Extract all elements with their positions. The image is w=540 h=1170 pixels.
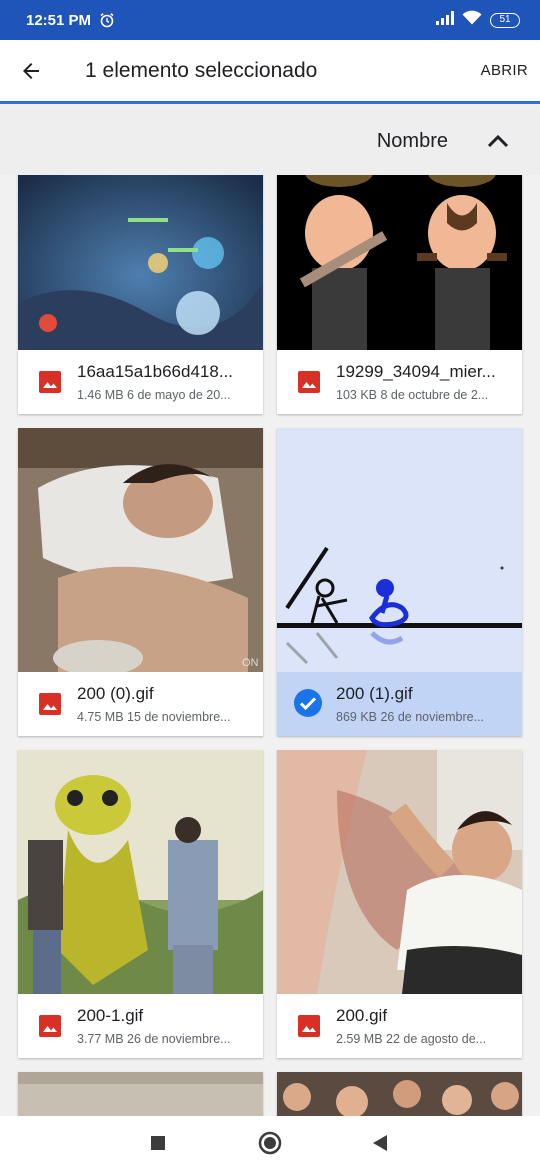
file-info: 19299_34094_mier... 103 KB 8 de octubre … [277, 350, 522, 414]
status-bar: 12:51 PM 51 [0, 0, 540, 40]
file-info: 200-1.gif 3.77 MB 26 de noviembre... [18, 994, 263, 1058]
file-thumbnail [18, 1072, 263, 1116]
sort-direction-toggle[interactable] [484, 127, 512, 155]
chevron-up-icon [487, 134, 509, 148]
file-card[interactable]: 200.gif 2.59 MB 22 de agosto de... [277, 750, 522, 1058]
file-name: 19299_34094_mier... [336, 362, 496, 381]
file-card[interactable]: ON 200 (0).gif 4.75 MB 15 de noviembre..… [18, 428, 263, 736]
svg-text:ON: ON [242, 657, 259, 669]
page-title: 1 elemento seleccionado [85, 58, 318, 82]
image-file-icon [39, 371, 61, 393]
image-file-icon [298, 371, 320, 393]
file-meta: 869 KB 26 de noviembre... [336, 710, 485, 724]
file-card[interactable]: 200-1.gif 3.77 MB 26 de noviembre... [18, 750, 263, 1058]
file-card[interactable] [18, 1072, 263, 1116]
open-button[interactable]: ABRIR [481, 62, 528, 79]
file-card[interactable] [277, 1072, 522, 1116]
file-card-selected[interactable]: 200 (1).gif 869 KB 26 de noviembre... [277, 428, 522, 736]
check-circle-icon [294, 689, 322, 717]
file-meta: 4.75 MB 15 de noviembre... [77, 710, 231, 724]
image-file-icon [39, 1015, 61, 1037]
image-file-icon [298, 1015, 320, 1037]
file-card[interactable]: 19299_34094_mier... 103 KB 8 de octubre … [277, 175, 522, 414]
file-thumbnail [18, 750, 263, 994]
file-thumbnail [277, 428, 522, 672]
circle-icon [258, 1131, 282, 1155]
file-info: 200 (1).gif 869 KB 26 de noviembre... [277, 672, 522, 736]
triangle-back-icon [373, 1135, 387, 1151]
back-button[interactable] [3, 39, 59, 103]
file-meta: 2.59 MB 22 de agosto de... [336, 1032, 487, 1046]
signal-icon [436, 10, 454, 30]
alarm-icon [99, 12, 115, 28]
file-grid[interactable]: 16aa15a1b66d418... 1.46 MB 6 de mayo de … [0, 175, 540, 1116]
file-thumbnail [18, 175, 263, 350]
app-bar: 1 elemento seleccionado ABRIR [0, 40, 540, 104]
file-info: 200 (0).gif 4.75 MB 15 de noviembre... [18, 672, 263, 736]
file-thumbnail [277, 175, 522, 350]
sort-bar: Nombre [0, 107, 540, 175]
sort-by-name-button[interactable]: Nombre [377, 130, 448, 153]
file-name: 200 (0).gif [77, 684, 154, 703]
wifi-icon [462, 10, 482, 30]
file-name: 200-1.gif [77, 1006, 144, 1025]
arrow-back-icon [23, 62, 39, 79]
file-info: 200.gif 2.59 MB 22 de agosto de... [277, 994, 522, 1058]
image-file-icon [39, 693, 61, 715]
file-thumbnail [277, 750, 522, 994]
home-button[interactable] [256, 1129, 284, 1157]
file-card[interactable]: 16aa15a1b66d418... 1.46 MB 6 de mayo de … [18, 175, 263, 414]
file-info: 16aa15a1b66d418... 1.46 MB 6 de mayo de … [18, 350, 263, 414]
battery-indicator: 51 [490, 12, 520, 28]
file-meta: 3.77 MB 26 de noviembre... [77, 1032, 231, 1046]
status-time: 12:51 PM [26, 11, 92, 29]
square-icon [151, 1136, 165, 1150]
file-name: 200.gif [336, 1006, 388, 1025]
file-meta: 1.46 MB 6 de mayo de 20... [77, 388, 231, 402]
file-name: 16aa15a1b66d418... [77, 362, 233, 381]
file-thumbnail [277, 1072, 522, 1116]
back-nav-button[interactable] [366, 1129, 394, 1157]
system-nav-bar [0, 1116, 540, 1170]
file-name: 200 (1).gif [336, 684, 413, 703]
recent-apps-button[interactable] [144, 1129, 172, 1157]
file-thumbnail: ON [18, 428, 263, 672]
file-meta: 103 KB 8 de octubre de 2... [336, 388, 489, 402]
